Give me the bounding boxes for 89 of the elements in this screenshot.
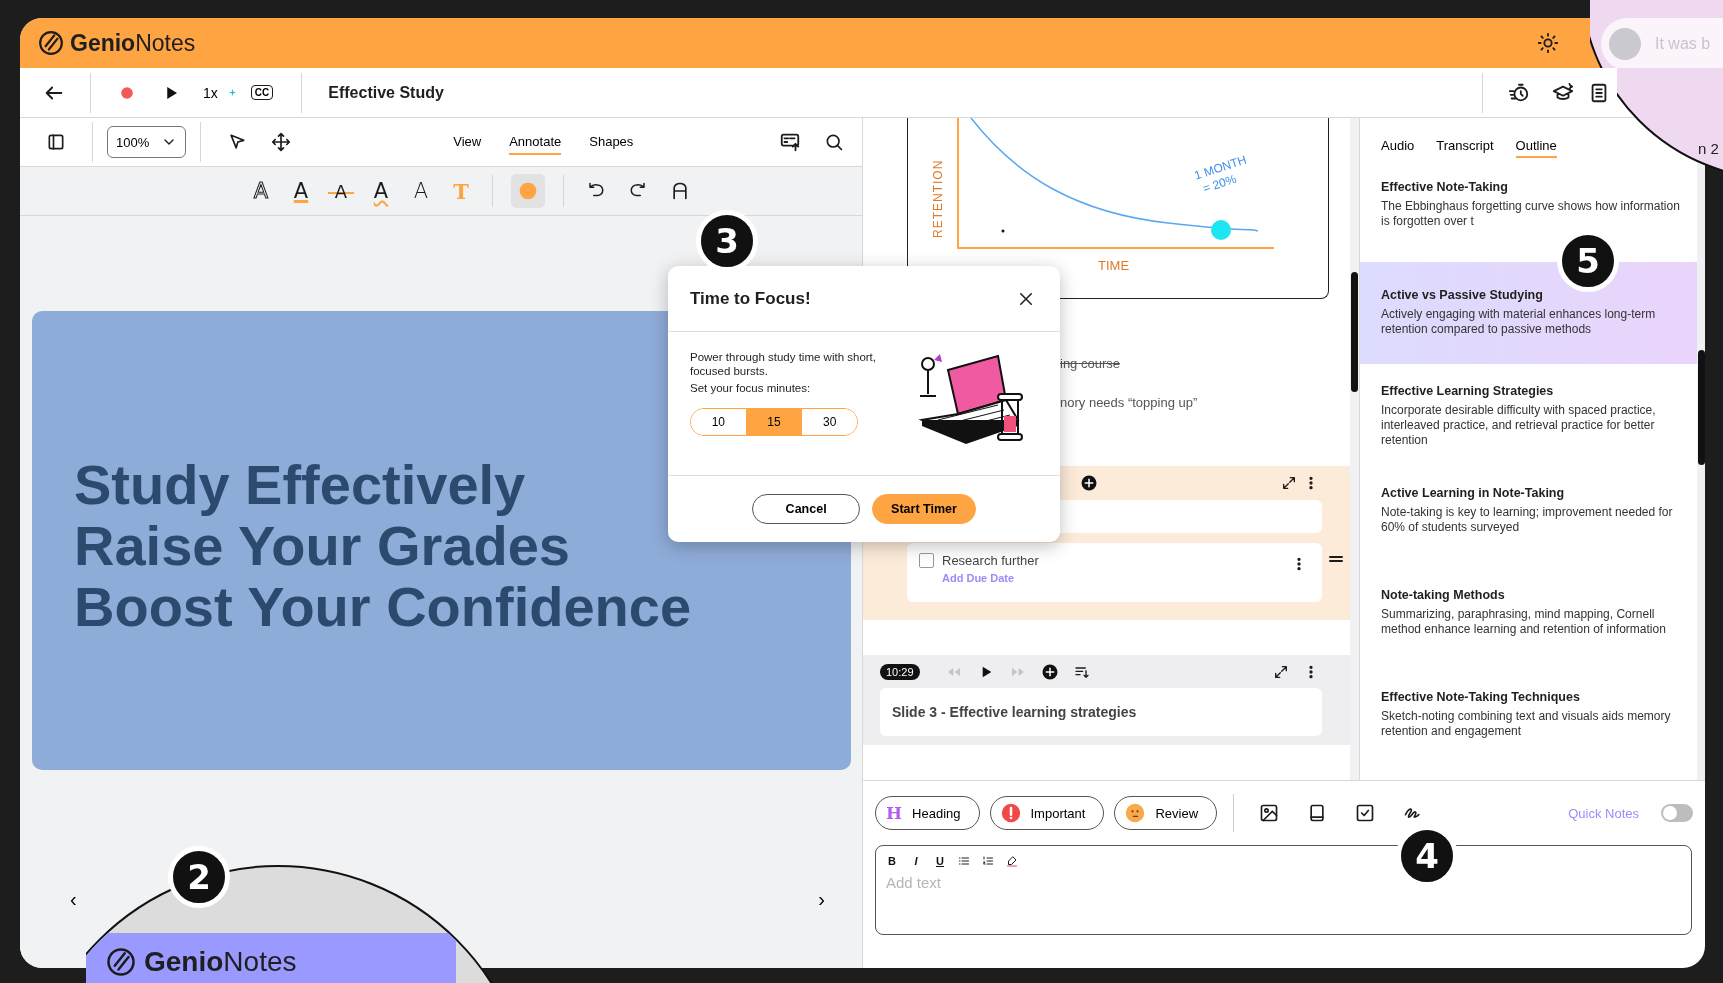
outline-item-summary: Summarizing, paraphrasing, mind mapping, Cornell method enhance learning and retention of information [1381, 607, 1667, 637]
outline-item[interactable]: Active Learning in Note-Taking Note-taking is key to learning; improvement needed for 60% of students surveyed [1360, 466, 1697, 568]
text-style-button[interactable]: A [408, 179, 434, 203]
task-checkbox[interactable] [919, 553, 934, 568]
bullet-list-icon[interactable] [958, 855, 970, 867]
expand-icon [1281, 475, 1297, 491]
ink-dot [1001, 229, 1005, 233]
arch-icon [670, 181, 690, 201]
thinking-face-icon [1125, 803, 1146, 823]
playback-speed-button[interactable]: 1x [193, 84, 228, 101]
minutes-option[interactable]: 30 [801, 409, 857, 435]
image-icon [1259, 803, 1280, 823]
highlighter-icon[interactable] [1006, 855, 1018, 867]
dialog-prompt: Set your focus minutes: [690, 382, 812, 394]
slide-heading: Boost Your Confidence [74, 576, 692, 637]
mode-tab[interactable]: View [453, 129, 482, 155]
outline-item-title: Effective Note-Taking Techniques [1381, 690, 1581, 704]
cancel-button[interactable]: Cancel [752, 494, 861, 524]
dialog-title: Time to Focus! [690, 288, 811, 309]
move-arrows-icon [271, 132, 292, 152]
note-text: nory needs “topping up” [1060, 395, 1199, 410]
color-dot-icon [518, 181, 538, 201]
next-slide-button[interactable]: › [814, 888, 829, 911]
note-text: ing course [1060, 356, 1121, 371]
outline-item-title: Effective Note-Taking [1381, 180, 1509, 194]
outline-item-summary: The Ebbinghaus forgetting curve shows how information is forgotten over t [1381, 199, 1681, 229]
logo-icon [106, 947, 136, 977]
format-button[interactable]: U [934, 855, 946, 867]
axis-label: RETENTION [931, 159, 945, 238]
scrollbar-thumb[interactable] [1698, 350, 1705, 465]
outline-item-title: Active vs Passive Studying [1381, 288, 1544, 302]
panel-tab[interactable]: Transcript [1436, 138, 1494, 158]
outline-item-title: Active Learning in Note-Taking [1381, 486, 1566, 500]
panel-tab[interactable]: Outline [1515, 138, 1557, 158]
tag-button[interactable]: Important [989, 796, 1105, 830]
panel-tab[interactable]: Audio [1381, 138, 1415, 158]
outline-item-summary: Actively engaging with material enhances long-term retention compared to passive methods [1381, 307, 1657, 337]
heading-icon: H [886, 803, 903, 823]
scrollbar-thumb[interactable] [1351, 272, 1358, 392]
color-picker-button[interactable] [511, 174, 545, 208]
axis-label: TIME [1098, 258, 1130, 273]
mode-tab[interactable]: Annotate [509, 129, 562, 155]
logo-icon [38, 30, 64, 56]
exclamation-icon [1000, 803, 1021, 823]
minutes-option[interactable]: 15 [745, 409, 802, 435]
outline-item-summary: Note-taking is key to learning; improvement needed for 60% of students surveyed [1381, 505, 1674, 535]
plus-circle-icon [1040, 662, 1059, 681]
dialog-message: Power through study time with short, focused bursts. [690, 350, 877, 378]
format-button[interactable]: B [886, 855, 898, 867]
numbered-list-icon[interactable] [982, 855, 994, 867]
outline-item-title: Note-taking Methods [1381, 588, 1506, 602]
document-title: Effective Study [328, 83, 444, 102]
previous-slide-button[interactable]: ‹ [66, 888, 81, 911]
text-style-button[interactable]: A [288, 179, 314, 203]
slide-note-title: Slide 3 - Effective learning strategies [880, 688, 1322, 736]
slide-heading: Raise Your Grades [74, 515, 570, 576]
captions-button[interactable]: CC [250, 85, 274, 100]
magnified-label: n 2 [1698, 140, 1719, 157]
slide-heading: Study Effectively [74, 454, 526, 515]
text-style-button[interactable]: A [368, 179, 394, 203]
outline-item[interactable]: Effective Note-Taking Techniques Sketch-noting combining text and visuals aids memory retention and engagement [1360, 670, 1697, 772]
task-text: Research further [942, 553, 1039, 568]
presentation-icon [779, 131, 801, 153]
timestamp-badge: 10:29 [880, 663, 920, 680]
format-button[interactable]: I [910, 855, 922, 867]
expand-icon [1273, 663, 1289, 680]
quick-notes-label: Quick Notes [1568, 805, 1639, 821]
tag-button[interactable]: Review [1114, 796, 1218, 830]
avatar [1609, 28, 1641, 60]
tag-button[interactable]: H Heading [875, 796, 980, 830]
highlight-dot [1211, 220, 1231, 240]
plus-circle-icon [1080, 474, 1098, 492]
start-timer-button[interactable]: Start Timer [872, 494, 976, 524]
outline-item[interactable]: Effective Learning Strategies Incorporate desirable difficulty with spaced practice, interleaved practice, and retrieval practice for better retention [1360, 364, 1697, 466]
zoom-dropdown[interactable]: 100% [107, 126, 187, 158]
brightness-icon[interactable] [1537, 32, 1559, 54]
outline-item-summary: Incorporate desirable difficulty with spaced practice, interleaved practice, and retrieval practice for better retention [1381, 403, 1657, 448]
stopwatch-icon [1508, 81, 1530, 104]
quick-notes-toggle[interactable] [1661, 804, 1693, 822]
outline-item-summary: Sketch-noting combining text and visuals aids memory retention and engagement [1381, 709, 1672, 739]
app-logo-text: GenioNotes [70, 29, 196, 57]
outline-item-title: Effective Learning Strategies [1381, 384, 1555, 398]
sidebar-icon [46, 132, 66, 152]
sparkle-icon [227, 88, 237, 97]
outline-item[interactable]: Note-taking Methods Summarizing, paraphrasing, mind mapping, Cornell method enhance learning and retention of information [1360, 568, 1697, 670]
mode-tab[interactable]: Shapes [589, 129, 634, 155]
app-logo-text: GenioNotes [144, 947, 297, 977]
search-icon [824, 132, 844, 152]
checkbox-icon [1355, 803, 1376, 823]
